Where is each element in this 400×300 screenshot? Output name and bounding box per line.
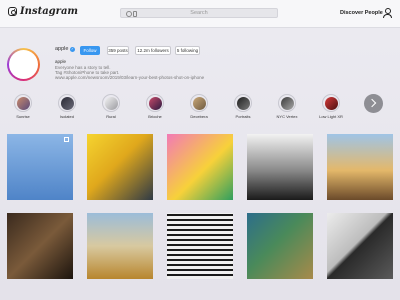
highlight-ring [190,94,208,112]
highlight-low-light-xr[interactable]: Low Light XR [319,94,343,119]
post-bw-diagonal[interactable] [327,213,393,279]
highlight-label: Brioche [148,114,162,119]
post-sunset-rocks[interactable] [327,134,393,200]
bio-link[interactable]: www.apple.com/newsroom/2019/03/learn-you… [55,75,204,80]
person-icon[interactable] [383,8,392,18]
highlight-decebera[interactable]: Decebera [189,94,209,119]
search-placeholder: Search [190,10,208,16]
highlight-image [16,96,30,110]
highlight-ring [146,94,164,112]
highlight-brioche[interactable]: Brioche [145,94,165,119]
highlight-portraits[interactable]: Portraits [233,94,253,119]
post-bw-stripes[interactable] [167,213,233,279]
highlight-ring [278,94,296,112]
highlights-next-button[interactable] [364,94,383,113]
posts-count[interactable]: 359 posts [107,46,129,55]
verified-badge-icon: ✓ [70,47,75,52]
brand-wordmark[interactable]: Instagram [20,6,78,17]
post-vintage-car[interactable] [87,213,153,279]
highlight-sunrise[interactable]: Sunrise [13,94,33,119]
highlight-ring [14,94,32,112]
multiple-photos-icon [64,137,69,142]
highlight-label: NYC Vertex [276,114,298,119]
highlight-label: Portraits [235,114,251,119]
search-input[interactable]: Search [120,8,278,18]
top-nav-bar: Instagram Search Discover People [0,0,400,28]
followers-count[interactable]: 12.2m followers [135,46,171,55]
highlight-label: Isolated [59,114,74,119]
highlight-ring [102,94,120,112]
highlight-label: Rural [106,114,116,119]
highlight-label: Sunrise [16,114,30,119]
post-coast-aerial[interactable] [247,213,313,279]
highlight-ring [234,94,252,112]
avatar[interactable] [7,48,40,81]
post-shadow-wall[interactable] [7,213,73,279]
instagram-camera-icon[interactable] [8,7,17,16]
highlight-image [192,96,206,110]
highlight-image [60,96,74,110]
follow-button[interactable]: Follow [80,46,100,55]
highlight-image [324,96,338,110]
chevron-right-icon [367,98,377,108]
highlight-rural[interactable]: Rural [101,94,121,119]
highlight-nyc-vertex[interactable]: NYC Vertex [277,94,297,119]
highlight-label: Low Light XR [319,114,343,119]
highlight-ring [322,94,340,112]
following-count[interactable]: 5 following [175,46,200,55]
discover-people-link[interactable]: Discover People [340,10,383,16]
highlight-ring [58,94,76,112]
highlight-label: Decebera [190,114,208,119]
highlight-image [148,96,162,110]
highlight-image [236,96,250,110]
post-yellow-glass[interactable] [87,134,153,200]
avatar-inner [9,50,38,79]
highlight-image [280,96,294,110]
highlight-isolated[interactable]: Isolated [57,94,77,119]
profile-username: apple [55,46,69,52]
post-pink-star[interactable] [167,134,233,200]
profile-display-name: apple [55,59,67,64]
post-birds-sky[interactable] [7,134,73,200]
highlight-image [104,96,118,110]
post-bw-building[interactable] [247,134,313,200]
